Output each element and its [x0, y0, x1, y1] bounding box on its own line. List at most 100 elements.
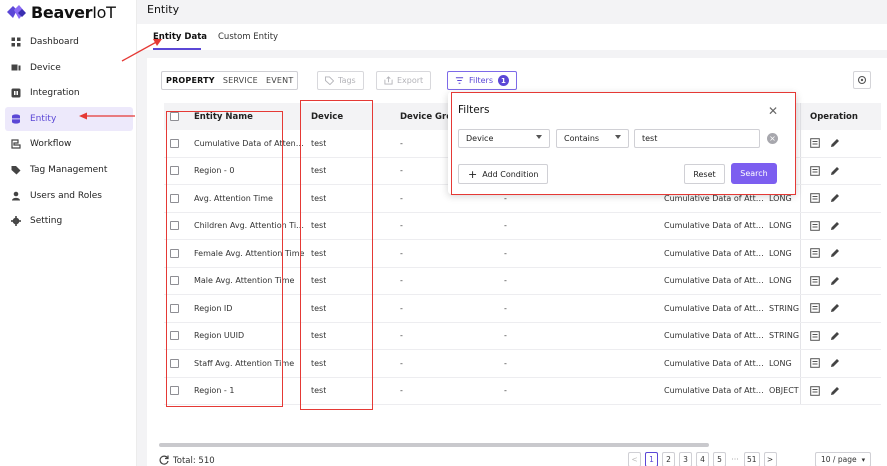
detail-icon[interactable] [810, 220, 820, 231]
detail-icon[interactable] [810, 385, 820, 396]
detail-icon[interactable] [810, 303, 820, 314]
cell-entity-type: LONG [769, 221, 792, 231]
cell-entity-type: STRING [769, 303, 800, 313]
column-header-operation: Operation [810, 111, 858, 122]
next-page-button[interactable]: > [763, 452, 777, 466]
cell-entity-type: LONG [769, 358, 792, 368]
cell-entity-type: LONG [769, 248, 792, 258]
cell-entity-type: LONG [769, 193, 792, 203]
sidebar-item-label: Workflow [30, 139, 72, 150]
detail-icon[interactable] [810, 138, 820, 149]
cell-parent-dash: - [504, 193, 507, 203]
detail-icon[interactable] [810, 330, 820, 341]
filters-button[interactable]: Filters 1 [447, 71, 517, 90]
page-5-button[interactable]: 5 [713, 452, 726, 466]
cell-parent-dash: - [504, 358, 507, 368]
dashboard-icon [11, 37, 21, 47]
segment-event[interactable]: EVENT [262, 76, 297, 85]
cell-parent-dash: - [504, 248, 507, 258]
cell-entity-type: LONG [769, 276, 792, 286]
cell-device-group: - [400, 331, 403, 341]
logo-brand: Beaver [31, 2, 93, 22]
page-size-value: 10 / page [821, 455, 857, 464]
sidebar-item-users-and-roles[interactable]: Users and Roles [5, 184, 133, 208]
horizontal-scrollbar[interactable] [159, 443, 709, 447]
cell-parent-dash: - [504, 276, 507, 286]
cell-parent-entity: Cumulative Data of Att… [664, 193, 764, 203]
pagination: < 1 2 3 4 5 ··· 51 > [628, 452, 777, 466]
page-size-select[interactable]: 10 / page ▾ [815, 452, 872, 466]
tags-button[interactable]: Tags [317, 71, 364, 90]
edit-icon[interactable] [830, 358, 840, 368]
sidebar-item-dashboard[interactable]: Dashboard [5, 30, 133, 54]
column-settings-button[interactable] [853, 71, 871, 89]
tab-custom-entity[interactable]: Custom Entity [218, 32, 278, 42]
chevron-down-icon: ▾ [861, 455, 866, 464]
edit-icon[interactable] [830, 331, 840, 341]
edit-icon[interactable] [830, 303, 840, 313]
sidebar-item-tag-management[interactable]: Tag Management [5, 158, 133, 182]
cell-device-group: - [400, 386, 403, 396]
page-4-button[interactable]: 4 [696, 452, 709, 466]
entity-icon [11, 114, 21, 124]
sidebar-item-label: Integration [30, 88, 80, 99]
logo[interactable]: BeaverIoT [5, 1, 116, 23]
page-51-button[interactable]: 51 [744, 452, 760, 466]
entity-type-segmented-control: PROPERTY SERVICE EVENT [161, 71, 299, 90]
segment-property[interactable]: PROPERTY [162, 76, 219, 85]
edit-icon[interactable] [830, 138, 840, 148]
cell-parent-entity: Cumulative Data of Att… [664, 331, 764, 341]
annotation-arrow-entity [79, 112, 135, 120]
sidebar-item-device[interactable]: Device [5, 56, 133, 80]
edit-icon[interactable] [830, 221, 840, 231]
column-settings-icon [857, 75, 867, 85]
cell-parent-dash: - [504, 331, 507, 341]
cell-entity-type: STRING [769, 331, 800, 341]
page-2-button[interactable]: 2 [662, 452, 675, 466]
total-count: Total: 510 [173, 456, 215, 466]
annotation-box-entity-name [166, 111, 283, 407]
sidebar-item-setting[interactable]: Setting [5, 209, 133, 233]
edit-icon[interactable] [830, 386, 840, 396]
gear-icon [11, 216, 21, 227]
cell-device-group: - [400, 193, 403, 203]
annotation-box-device [300, 100, 373, 410]
edit-icon[interactable] [830, 248, 840, 258]
pagination-ellipsis[interactable]: ··· [730, 455, 740, 464]
cell-device-group: - [400, 248, 403, 258]
workflow-icon [11, 139, 21, 149]
cell-device-group: - [400, 166, 403, 176]
refresh-icon[interactable] [159, 455, 169, 466]
export-button[interactable]: Export [376, 71, 432, 90]
detail-icon[interactable] [810, 358, 820, 369]
cell-entity-type: OBJECT [769, 386, 799, 396]
detail-icon[interactable] [810, 248, 820, 259]
cell-parent-entity: Cumulative Data of Att… [664, 221, 764, 231]
cell-device-group: - [400, 358, 403, 368]
segment-service[interactable]: SERVICE [219, 76, 262, 85]
edit-icon[interactable] [830, 276, 840, 286]
detail-icon[interactable] [810, 165, 820, 176]
cell-parent-dash: - [504, 221, 507, 231]
edit-icon[interactable] [830, 166, 840, 176]
sidebar-item-label: Users and Roles [30, 190, 102, 201]
filters-count-badge: 1 [497, 75, 509, 86]
beaver-logo-icon [5, 4, 27, 20]
filter-icon [455, 77, 464, 84]
annotation-arrow-tab [121, 39, 162, 62]
sidebar-item-workflow[interactable]: Workflow [5, 132, 133, 156]
page-3-button[interactable]: 3 [679, 452, 692, 466]
logo-suffix: IoT [92, 2, 116, 22]
page-1-button[interactable]: 1 [645, 452, 658, 466]
sidebar-item-integration[interactable]: Integration [5, 81, 133, 105]
prev-page-button[interactable]: < [628, 452, 641, 466]
sidebar-item-label: Setting [30, 216, 63, 227]
cell-device-group: - [400, 276, 403, 286]
cell-parent-entity: Cumulative Data of Att… [664, 248, 764, 258]
tag-icon [11, 165, 21, 175]
edit-icon[interactable] [830, 193, 840, 203]
detail-icon[interactable] [810, 193, 820, 204]
detail-icon[interactable] [810, 275, 820, 286]
cell-parent-dash: - [504, 386, 507, 396]
annotation-box-filters [451, 92, 796, 195]
